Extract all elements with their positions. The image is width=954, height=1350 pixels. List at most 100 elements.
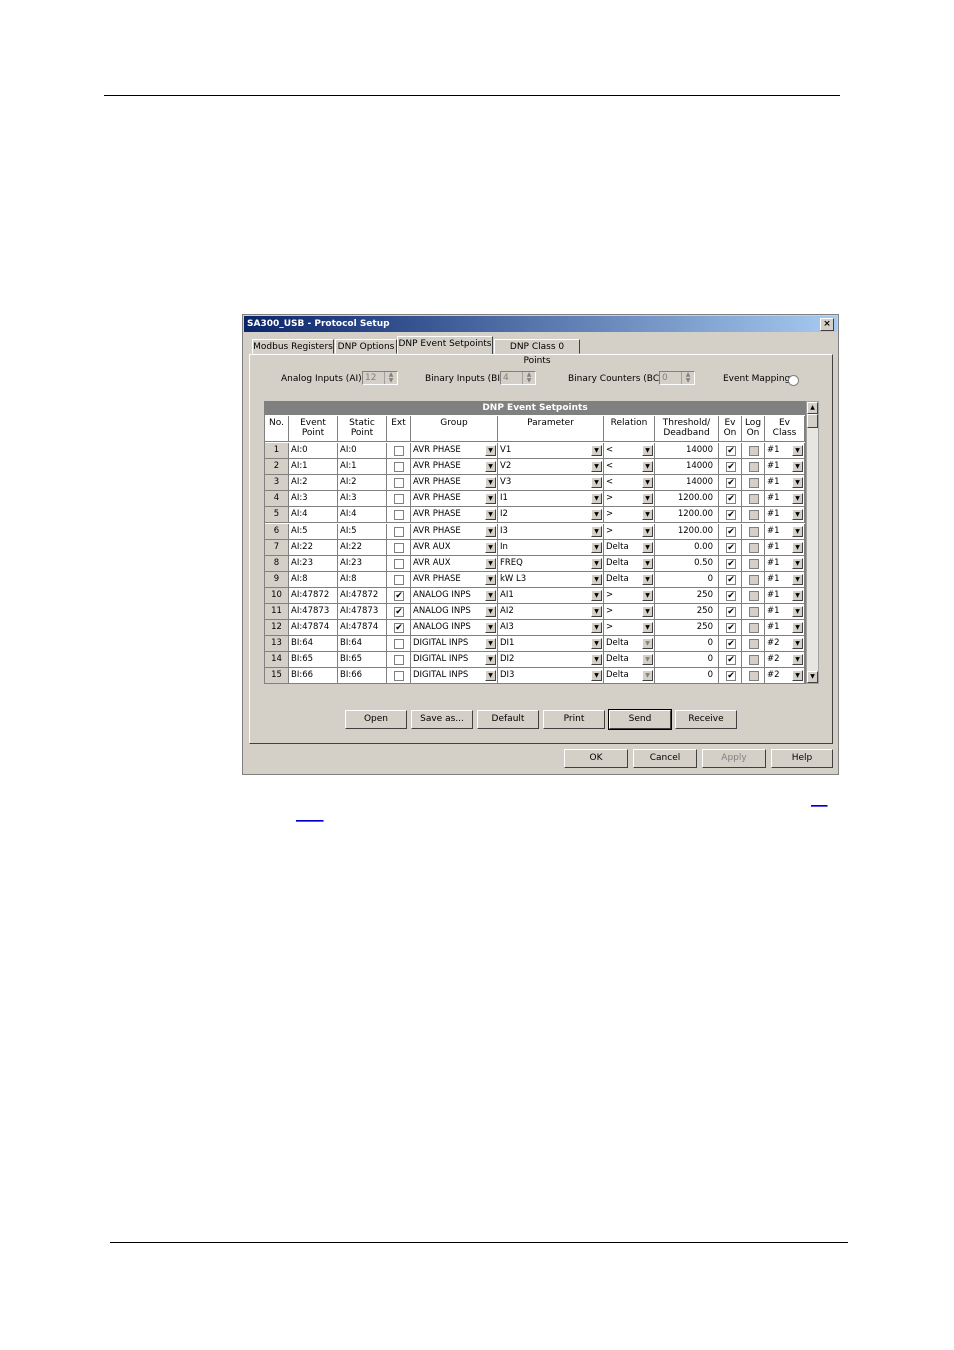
relation-select[interactable]: > ▼ <box>604 620 655 637</box>
dropdown-arrow-icon[interactable]: ▼ <box>591 638 602 650</box>
dropdown-arrow-icon[interactable]: ▼ <box>792 670 803 682</box>
ev-class-select[interactable]: #1 ▼ <box>765 523 805 540</box>
relation-select[interactable]: > ▼ <box>604 604 655 620</box>
binary-counters-spinner[interactable]: 0 ▲ ▼ <box>659 371 695 385</box>
threshold-input[interactable]: 0 <box>655 668 719 683</box>
ext-checkbox[interactable] <box>394 526 404 537</box>
parameter-select[interactable]: V3 ▼ <box>498 475 604 492</box>
event-point-cell[interactable]: AI:47874 <box>289 620 338 637</box>
dropdown-arrow-icon[interactable]: ▼ <box>485 606 496 617</box>
dropdown-arrow-icon[interactable]: ▼ <box>591 557 602 569</box>
ev-on-checkbox[interactable]: ✔ <box>726 542 736 553</box>
ext-checkbox[interactable]: ✔ <box>394 607 404 617</box>
relation-select[interactable]: Delta ▼ <box>604 636 655 653</box>
static-point-cell[interactable]: AI:0 <box>338 443 387 459</box>
dropdown-arrow-icon[interactable]: ▼ <box>642 638 653 650</box>
group-select[interactable]: DIGITAL INPS ▼ <box>411 668 498 683</box>
log-on-checkbox[interactable] <box>749 590 759 601</box>
log-on-checkbox[interactable] <box>749 623 759 634</box>
page-link-2[interactable]: _____ <box>296 809 324 822</box>
static-point-cell[interactable]: AI:4 <box>338 507 387 524</box>
relation-select[interactable]: > ▼ <box>604 587 655 604</box>
ev-class-select[interactable]: #1 ▼ <box>765 571 805 588</box>
dropdown-arrow-icon[interactable]: ▼ <box>591 606 602 617</box>
parameter-select[interactable]: I3 ▼ <box>498 523 604 540</box>
event-point-cell[interactable]: AI:8 <box>289 571 338 588</box>
ev-class-select[interactable]: #1 ▼ <box>765 555 805 572</box>
dropdown-arrow-icon[interactable]: ▼ <box>485 493 496 505</box>
threshold-input[interactable]: 250 <box>655 620 719 637</box>
log-on-checkbox[interactable] <box>749 558 759 569</box>
event-point-cell[interactable]: BI:66 <box>289 668 338 683</box>
ev-class-select[interactable]: #2 ▼ <box>765 652 805 669</box>
spinner-arrows-icon[interactable]: ▲ ▼ <box>681 372 694 384</box>
threshold-input[interactable]: 1200.00 <box>655 523 719 540</box>
dropdown-arrow-icon[interactable]: ▼ <box>792 477 803 489</box>
ev-on-checkbox[interactable]: ✔ <box>726 671 736 682</box>
dropdown-arrow-icon[interactable]: ▼ <box>485 445 496 456</box>
relation-select[interactable]: Delta ▼ <box>604 555 655 572</box>
ev-class-select[interactable]: #1 ▼ <box>765 459 805 476</box>
dropdown-arrow-icon[interactable]: ▼ <box>642 509 653 521</box>
parameter-select[interactable]: AI2 ▼ <box>498 604 604 620</box>
event-point-cell[interactable]: BI:65 <box>289 652 338 669</box>
log-on-checkbox[interactable] <box>749 655 759 666</box>
ev-class-select[interactable]: #1 ▼ <box>765 491 805 508</box>
dropdown-arrow-icon[interactable]: ▼ <box>792 654 803 666</box>
log-on-checkbox[interactable] <box>749 462 759 473</box>
dropdown-arrow-icon[interactable]: ▼ <box>591 541 602 553</box>
relation-select[interactable]: Delta ▼ <box>604 539 655 556</box>
log-on-checkbox[interactable] <box>749 510 759 521</box>
dropdown-arrow-icon[interactable]: ▼ <box>591 622 602 634</box>
ext-checkbox[interactable] <box>394 671 404 682</box>
ext-checkbox[interactable] <box>394 494 404 505</box>
spinner-arrows-icon[interactable]: ▲ ▼ <box>522 372 535 384</box>
static-point-cell[interactable]: AI:2 <box>338 475 387 492</box>
ext-checkbox[interactable] <box>394 574 404 585</box>
parameter-select[interactable]: FREQ ▼ <box>498 555 604 572</box>
log-on-checkbox[interactable] <box>749 607 759 617</box>
close-icon[interactable]: × <box>820 318 834 331</box>
group-select[interactable]: AVR AUX ▼ <box>411 539 498 556</box>
dropdown-arrow-icon[interactable]: ▼ <box>642 461 653 473</box>
static-point-cell[interactable]: AI:47872 <box>338 587 387 604</box>
tab-dnp-class0-points[interactable]: DNP Class 0 Points <box>494 339 580 366</box>
threshold-input[interactable]: 1200.00 <box>655 491 719 508</box>
ext-checkbox[interactable] <box>394 655 404 666</box>
static-point-cell[interactable]: AI:47874 <box>338 620 387 637</box>
dropdown-arrow-icon[interactable]: ▼ <box>485 525 496 537</box>
event-point-cell[interactable]: AI:47873 <box>289 604 338 620</box>
threshold-input[interactable]: 0.00 <box>655 539 719 556</box>
dropdown-arrow-icon[interactable]: ▼ <box>792 525 803 537</box>
dropdown-arrow-icon[interactable]: ▼ <box>591 477 602 489</box>
dropdown-arrow-icon[interactable]: ▼ <box>485 509 496 521</box>
event-point-cell[interactable]: AI:1 <box>289 459 338 476</box>
ev-class-select[interactable]: #1 ▼ <box>765 604 805 620</box>
help-button[interactable]: Help <box>771 749 833 768</box>
scroll-thumb[interactable] <box>807 414 818 428</box>
threshold-input[interactable]: 0 <box>655 571 719 588</box>
save-as-button[interactable]: Save as... <box>411 710 473 729</box>
dropdown-arrow-icon[interactable]: ▼ <box>642 654 653 666</box>
dropdown-arrow-icon[interactable]: ▼ <box>591 509 602 521</box>
dropdown-arrow-icon[interactable]: ▼ <box>642 606 653 617</box>
log-on-checkbox[interactable] <box>749 574 759 585</box>
parameter-select[interactable]: In ▼ <box>498 539 604 556</box>
parameter-select[interactable]: kW L3 ▼ <box>498 571 604 588</box>
analog-inputs-spinner[interactable]: 12 ▲ ▼ <box>362 371 398 385</box>
threshold-input[interactable]: 14000 <box>655 443 719 459</box>
scroll-down-icon[interactable]: ▼ <box>807 671 818 683</box>
ev-class-select[interactable]: #1 ▼ <box>765 539 805 556</box>
static-point-cell[interactable]: BI:66 <box>338 668 387 683</box>
parameter-select[interactable]: DI1 ▼ <box>498 636 604 653</box>
threshold-input[interactable]: 14000 <box>655 459 719 476</box>
parameter-select[interactable]: DI2 ▼ <box>498 652 604 669</box>
group-select[interactable]: AVR PHASE ▼ <box>411 491 498 508</box>
print-button[interactable]: Print <box>543 710 605 729</box>
dropdown-arrow-icon[interactable]: ▼ <box>485 461 496 473</box>
relation-select[interactable]: Delta ▼ <box>604 668 655 683</box>
ev-on-checkbox[interactable]: ✔ <box>726 462 736 473</box>
dropdown-arrow-icon[interactable]: ▼ <box>792 493 803 505</box>
dropdown-arrow-icon[interactable]: ▼ <box>485 654 496 666</box>
dropdown-arrow-icon[interactable]: ▼ <box>792 541 803 553</box>
